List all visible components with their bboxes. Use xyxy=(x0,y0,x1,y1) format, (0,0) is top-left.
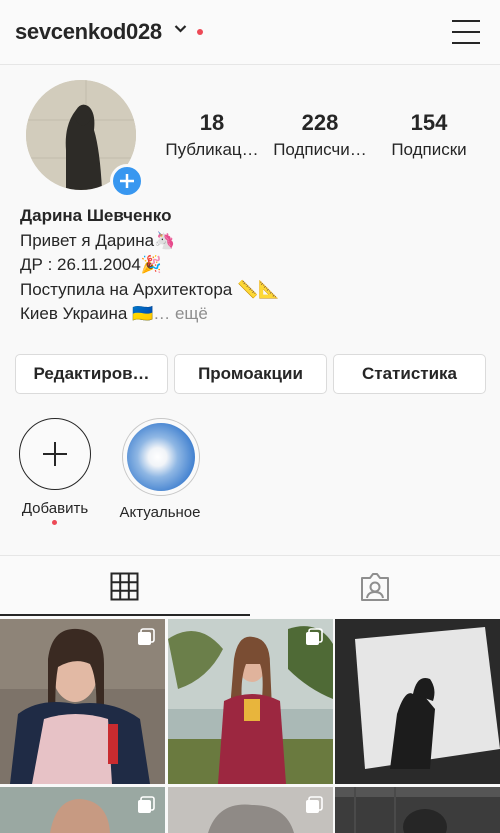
active-tab-indicator xyxy=(0,614,250,616)
notification-dot xyxy=(197,29,203,35)
stat-posts-label: Публикац… xyxy=(165,140,259,159)
highlight-label: Актуальное xyxy=(119,504,201,521)
highlight-ring[interactable] xyxy=(122,418,200,496)
bio-line: Киев Украина 🇺🇦 xyxy=(20,304,154,323)
stat-followers-value: 228 xyxy=(301,110,339,135)
grid-post[interactable] xyxy=(335,619,500,784)
username-title[interactable]: sevcenkod028 xyxy=(15,19,162,45)
plus-icon xyxy=(120,174,134,188)
add-highlight-circle[interactable] xyxy=(19,418,91,490)
edit-profile-button[interactable]: Редактиров… xyxy=(15,354,168,394)
bio-more-link[interactable]: … ещё xyxy=(153,304,208,323)
profile-name: Дарина Шевченко xyxy=(20,206,172,225)
highlight-actual[interactable]: Актуальное xyxy=(117,418,203,521)
bio-line: Поступила на Архитектора 📏📐 xyxy=(20,279,280,299)
stat-following[interactable]: 154 Подписки xyxy=(384,110,474,164)
post-photo xyxy=(335,787,500,833)
highlight-cover xyxy=(127,423,195,491)
chevron-down-icon[interactable] xyxy=(174,24,187,34)
top-bar: sevcenkod028 xyxy=(0,0,500,65)
bio: Дарина Шевченко Привет я Дарина🦄 ДР : 26… xyxy=(20,204,279,327)
plus-icon xyxy=(43,442,67,466)
bio-line: Привет я Дарина🦄 xyxy=(20,230,176,250)
stat-following-value: 154 xyxy=(410,110,448,135)
grid-post[interactable] xyxy=(168,787,333,833)
multiple-photos-icon xyxy=(138,796,155,813)
new-highlight-dot xyxy=(52,520,57,525)
bio-line-last: Киев Украина 🇺🇦… ещё xyxy=(20,302,279,327)
grid-post[interactable] xyxy=(0,787,165,833)
tagged-icon[interactable] xyxy=(360,572,390,602)
grid-post[interactable] xyxy=(0,619,165,784)
bio-line: ДР : 26.11.2004🎉 xyxy=(20,255,163,274)
profile-tabs xyxy=(0,555,500,618)
multiple-photos-icon xyxy=(138,628,155,645)
post-photo xyxy=(335,619,500,784)
highlight-label: Добавить xyxy=(21,500,89,517)
stat-posts[interactable]: 18 Публикац… xyxy=(164,110,260,164)
grid-post[interactable] xyxy=(335,787,500,833)
grid-post[interactable] xyxy=(168,619,333,784)
stat-followers[interactable]: 228 Подписчи… xyxy=(270,110,370,164)
multiple-photos-icon xyxy=(306,628,323,645)
stat-following-label: Подписки xyxy=(391,140,467,159)
stat-followers-label: Подписчи… xyxy=(273,140,367,159)
highlight-new[interactable]: Добавить xyxy=(19,418,91,517)
add-story-button[interactable] xyxy=(110,164,144,198)
hamburger-menu-icon[interactable] xyxy=(452,19,480,45)
insights-button[interactable]: Статистика xyxy=(333,354,486,394)
multiple-photos-icon xyxy=(306,796,323,813)
photo-grid xyxy=(0,619,500,833)
grid-icon[interactable] xyxy=(110,572,139,601)
promotions-button[interactable]: Промоакции xyxy=(174,354,327,394)
stat-posts-value: 18 xyxy=(199,110,225,135)
